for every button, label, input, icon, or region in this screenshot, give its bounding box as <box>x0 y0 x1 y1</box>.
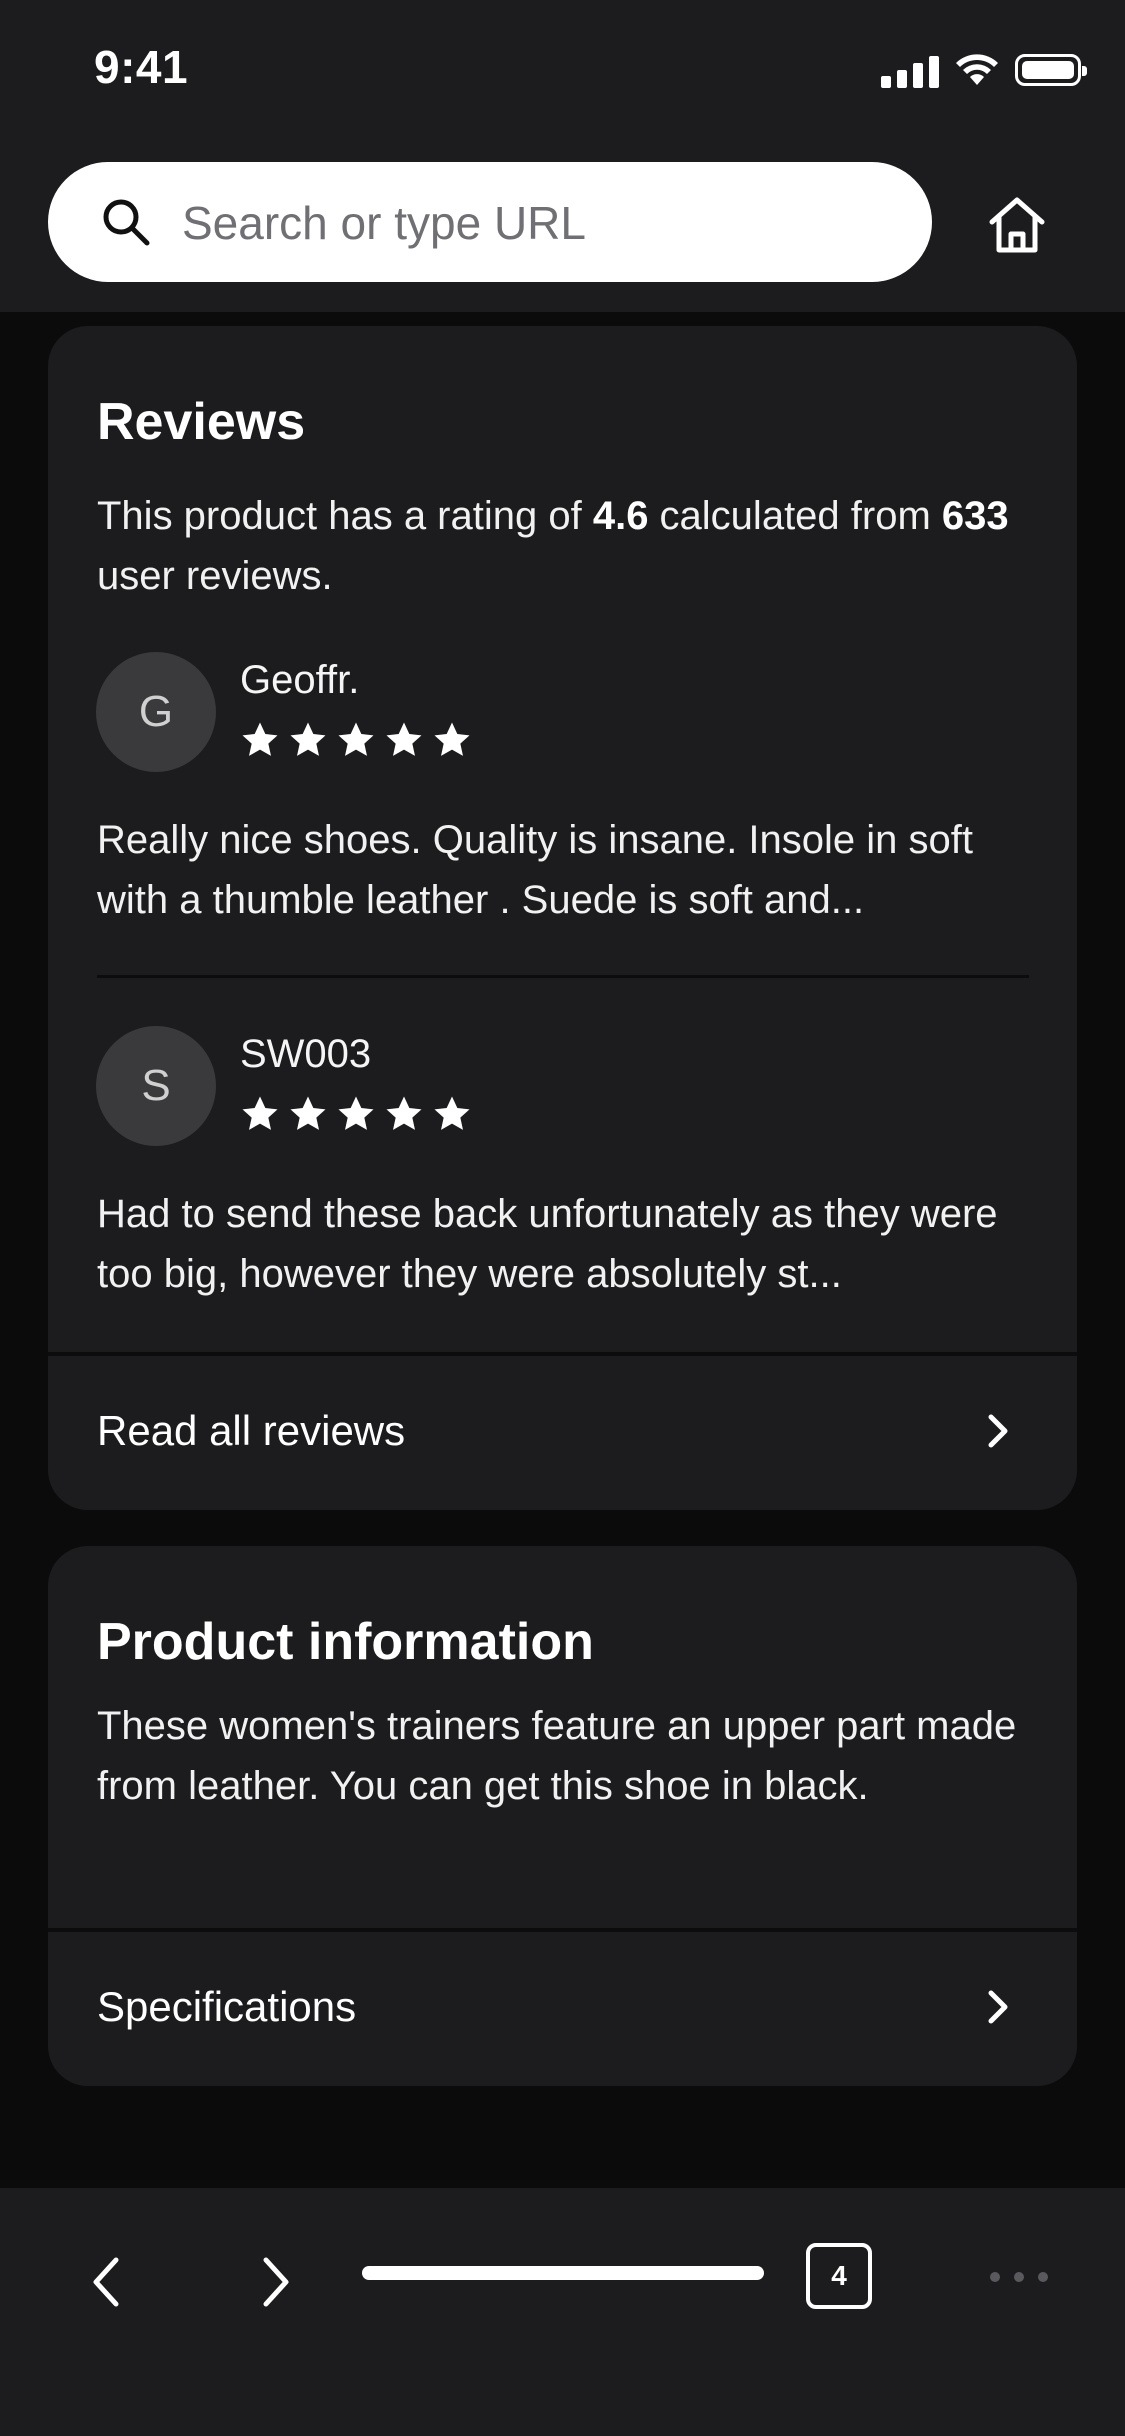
search-icon <box>103 199 150 246</box>
chevron-right-icon <box>988 1414 1008 1448</box>
star-icon <box>242 722 278 756</box>
forward-icon[interactable] <box>250 2252 300 2312</box>
star-icon <box>290 1096 326 1130</box>
reviewer-name: Geoffr. <box>240 658 360 702</box>
star-rating <box>240 1094 472 1134</box>
battery-icon <box>1015 54 1087 86</box>
home-icon[interactable] <box>982 190 1052 260</box>
status-time: 9:41 <box>94 41 189 93</box>
specifications-link[interactable]: Specifications <box>48 1932 1077 2082</box>
read-all-reviews-link[interactable]: Read all reviews <box>48 1356 1077 1506</box>
rating-value: 4.6 <box>592 494 649 538</box>
avatar: G <box>96 652 216 772</box>
review-text: Really nice shoes. Quality is insane. In… <box>97 818 973 922</box>
top-bar: 9:41 <box>0 0 1125 312</box>
avatar: S <box>96 1026 216 1146</box>
bottom-toolbar: 4 <box>0 2188 1125 2436</box>
star-icon <box>290 722 326 756</box>
product-info-card: Product information These women's traine… <box>48 1546 1077 2086</box>
back-icon[interactable] <box>82 2252 132 2312</box>
cellular-signal-icon <box>881 52 939 88</box>
rating-summary: This product has a rating of 4.6 calcula… <box>97 494 1009 598</box>
product-info-title: Product information <box>97 1613 594 1671</box>
status-icons <box>881 50 1087 90</box>
search-input[interactable] <box>180 162 904 284</box>
star-icon <box>386 1096 422 1130</box>
more-icon[interactable] <box>990 2272 1048 2282</box>
star-icon <box>434 1096 470 1130</box>
star-icon <box>386 722 422 756</box>
search-bar[interactable] <box>48 162 932 284</box>
read-all-reviews-label: Read all reviews <box>97 1407 406 1454</box>
product-description: These women's trainers feature an upper … <box>97 1704 1017 1808</box>
wifi-icon <box>956 54 998 85</box>
star-icon <box>242 1096 278 1130</box>
chevron-right-icon <box>988 1990 1008 2024</box>
star-icon <box>338 722 374 756</box>
divider <box>97 975 1029 978</box>
reviews-card: Reviews This product has a rating of 4.6… <box>48 326 1077 1510</box>
review-text: Had to send these back unfortunately as … <box>97 1192 998 1296</box>
review-count: 633 <box>941 494 1009 538</box>
reviewer-name: SW003 <box>240 1032 372 1076</box>
home-indicator <box>362 2266 764 2280</box>
specifications-label: Specifications <box>97 1983 357 2030</box>
tabs-button[interactable]: 4 <box>806 2243 872 2309</box>
star-icon <box>338 1096 374 1130</box>
star-rating <box>240 720 472 760</box>
star-icon <box>434 722 470 756</box>
reviews-title: Reviews <box>97 393 306 451</box>
